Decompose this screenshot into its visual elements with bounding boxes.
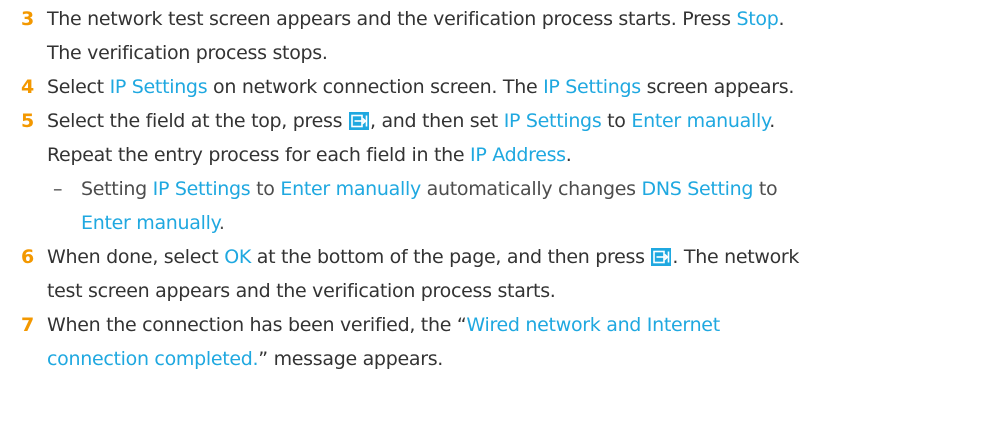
- note-text: Enter manually.: [81, 212, 225, 234]
- highlight-ip-settings: IP Settings: [152, 178, 251, 200]
- step-text: The network test screen appears and the …: [47, 8, 785, 30]
- step-number: 3: [21, 8, 34, 30]
- step-text: Select the field at the top, press , and…: [47, 110, 775, 132]
- highlight-enter-manually: Enter manually: [81, 212, 219, 234]
- highlight-ip-settings: IP Settings: [503, 110, 602, 132]
- highlight-ok: OK: [224, 246, 252, 268]
- step-3: 3 The network test screen appears and th…: [0, 2, 997, 70]
- note-text: Setting IP Settings to Enter manually au…: [81, 178, 778, 200]
- highlight-ip-settings: IP Settings: [109, 76, 208, 98]
- step-text: When done, select OK at the bottom of th…: [47, 246, 800, 268]
- highlight-enter-manually: Enter manually: [631, 110, 770, 132]
- step-number: 5: [21, 110, 34, 132]
- highlight-dns-setting: DNS Setting: [641, 178, 754, 200]
- highlight-message: connection completed.: [47, 348, 259, 370]
- enter-icon: [348, 112, 369, 130]
- step-5-note: – Setting IP Settings to Enter manually …: [0, 172, 997, 240]
- step-number: 7: [21, 314, 34, 336]
- enter-icon: [651, 248, 672, 266]
- step-6: 6 When done, select OK at the bottom of …: [0, 240, 997, 308]
- step-number: 6: [21, 246, 34, 268]
- step-text: test screen appears and the verification…: [47, 280, 556, 302]
- step-text: Select IP Settings on network connection…: [47, 76, 795, 98]
- step-text: connection completed.” message appears.: [47, 348, 444, 370]
- step-text: When the connection has been verified, t…: [47, 314, 720, 336]
- highlight-stop: Stop: [736, 8, 779, 30]
- step-text: The verification process stops.: [47, 42, 328, 64]
- highlight-enter-manually: Enter manually: [280, 178, 421, 200]
- highlight-message: Wired network and Internet: [466, 314, 720, 336]
- highlight-ip-settings: IP Settings: [543, 76, 641, 98]
- dash-bullet: –: [53, 178, 63, 200]
- step-7: 7 When the connection has been verified,…: [0, 308, 997, 376]
- step-number: 4: [21, 76, 34, 98]
- highlight-ip-address: IP Address: [470, 144, 566, 166]
- manual-page: 3 The network test screen appears and th…: [0, 0, 997, 433]
- step-4: 4 Select IP Settings on network connecti…: [0, 70, 997, 104]
- step-5: 5 Select the field at the top, press , a…: [0, 104, 997, 172]
- step-text: Repeat the entry process for each field …: [47, 144, 572, 166]
